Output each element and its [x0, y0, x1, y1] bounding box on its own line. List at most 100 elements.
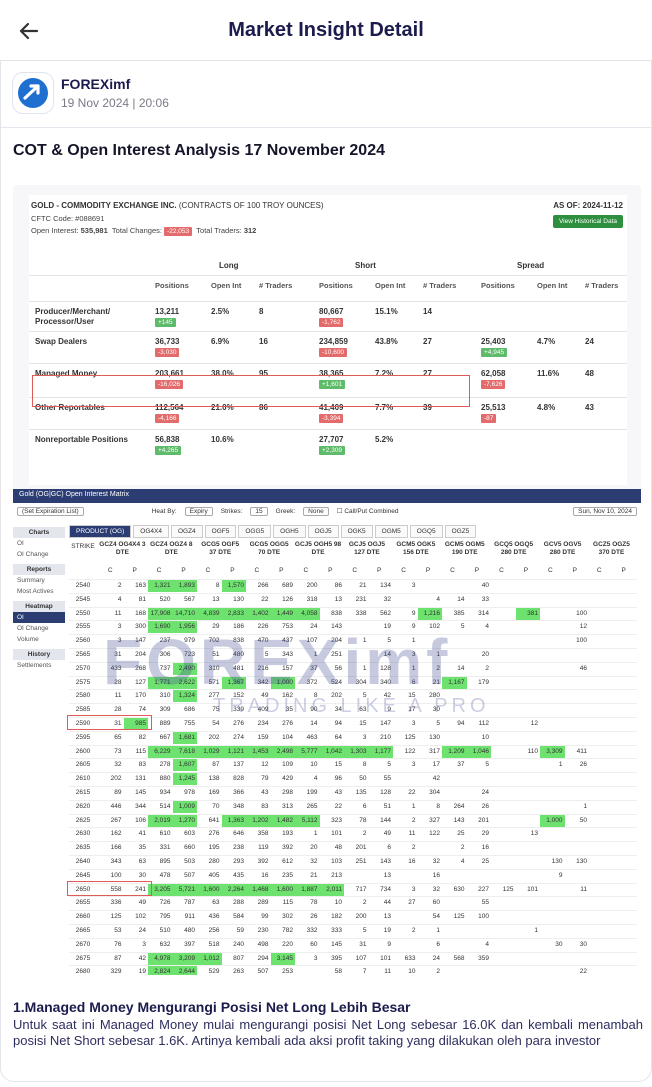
table-cell [565, 580, 590, 592]
cp-label: C [107, 567, 113, 574]
cp-label: P [376, 567, 382, 574]
change-badge: -4,166 [155, 414, 180, 423]
table-cell: 405 [208, 871, 220, 879]
divider [29, 275, 627, 276]
tab[interactable]: OGZ4 [170, 525, 203, 538]
tab[interactable]: OG4X4 [133, 525, 169, 538]
contract-header: GCV5 OGV5 280 DTE [543, 541, 582, 556]
table-cell: 112 [478, 720, 489, 727]
table-cell: 53 [114, 927, 122, 934]
table-cell: 32 [432, 858, 440, 865]
heat-by-select[interactable]: Expiry [184, 506, 213, 516]
table-cell: 911 [184, 913, 195, 921]
table-cell [442, 787, 467, 799]
watermark-tagline: TRADING LIKE A PRO [213, 695, 490, 717]
oi-tabs: PRODUCT (OG) OG4X4 OGZ4 OGF5 OGG5 OGH5 OGJ5 OGK… [69, 525, 477, 538]
expiration-select[interactable]: (Set Expiration List) [17, 506, 84, 516]
table-cell: 274 [233, 733, 244, 741]
analysis-image[interactable]: GOLD - COMMODITY EXCHANGE INC. (CONTRACT… [13, 185, 641, 975]
tab[interactable]: OGF5 [204, 525, 237, 538]
table-cell: 348 [233, 802, 244, 810]
table-cell: 520 [159, 595, 171, 603]
table-cell: 610 [159, 830, 171, 838]
strike-cell: 2615 [75, 789, 91, 796]
table-cell: 82 [138, 733, 146, 741]
table-cell: 507 [257, 968, 269, 975]
table-cell: 166 [110, 844, 122, 852]
top-bar: Market Insight Detail [0, 0, 652, 61]
tab[interactable]: PRODUCT (OG) [69, 525, 132, 538]
table-cell: 435 [233, 871, 244, 879]
table-cell: 1,482 [270, 814, 295, 827]
table-cell: 2,644 [172, 966, 197, 975]
table-cell: 314 [478, 609, 489, 617]
table-cell [540, 911, 565, 923]
table-cell: 294 [257, 954, 269, 962]
strike-cell: 2680 [75, 968, 91, 975]
table-cell [467, 635, 492, 647]
callput-checkbox[interactable]: ☐ Call/Put Combined [337, 507, 399, 515]
table-cell: 385 [453, 609, 465, 617]
table-cell: 6 [362, 802, 367, 810]
sidebar-section: Heatmap [13, 601, 65, 612]
table-cell: 498 [257, 940, 269, 948]
table-cell: 43 [585, 403, 594, 412]
table-cell: 2,019 [148, 814, 173, 827]
author-avatar[interactable] [13, 73, 53, 113]
back-button[interactable] [14, 16, 44, 46]
table-cell: 4 [460, 858, 465, 865]
table-cell: 58 [334, 968, 342, 975]
tab[interactable]: OGM5 [374, 525, 408, 538]
sidebar-item[interactable]: OI [13, 538, 65, 549]
table-cell [491, 801, 516, 813]
table-cell [516, 787, 541, 799]
sidebar-item[interactable]: Summary [13, 575, 65, 586]
table-cell: 22 [579, 968, 587, 975]
table-cell: 16 [408, 858, 416, 865]
greek-select[interactable]: None [303, 506, 329, 516]
table-cell [491, 787, 516, 799]
table-cell: 62,058 [481, 369, 506, 378]
sidebar-item[interactable]: Settlements [13, 660, 65, 671]
table-cell: 5,721 [172, 883, 197, 896]
tab[interactable]: OGG5 [238, 525, 272, 538]
table-cell: 11.6% [537, 369, 560, 378]
table-cell: 302 [282, 913, 293, 921]
table-cell: 33 [481, 595, 489, 603]
table-cell [516, 773, 541, 785]
table-cell: 298 [282, 789, 293, 796]
sidebar-item[interactable]: OI Change [13, 549, 65, 560]
table-cell: 366 [233, 789, 244, 796]
table-cell: 9 [411, 609, 416, 617]
table-cell: 660 [184, 844, 195, 852]
tab[interactable]: OGZ5 [444, 525, 477, 538]
tab[interactable]: OGK5 [340, 525, 373, 538]
table-cell: 6,229 [148, 745, 173, 758]
table-cell: 130 [429, 733, 440, 741]
sidebar-item[interactable]: OI [13, 612, 65, 623]
strikes-select[interactable]: 15 [250, 506, 268, 516]
table-cell: 73 [114, 747, 122, 755]
table-cell [565, 787, 590, 799]
author-name[interactable]: FOREXimf [61, 76, 169, 92]
sidebar-item[interactable]: OI Change [13, 623, 65, 634]
sidebar-item[interactable]: Volume [13, 634, 65, 645]
table-cell [565, 704, 590, 716]
table-row: 2550 11 168 17,908 14,710 4,839 2,833 1,402 1,44… [69, 606, 637, 620]
table-cell: 3,309 [540, 745, 565, 758]
view-historical-data-button[interactable]: View Historical Data [552, 215, 623, 228]
table-cell: 2,011 [319, 883, 344, 896]
table-cell [393, 911, 418, 923]
tab[interactable]: OGH5 [273, 525, 306, 538]
table-cell [491, 897, 516, 909]
table-cell [565, 870, 590, 882]
cot-meta: CFTC Code: #088691 Open Interest: 535,98… [31, 214, 257, 236]
table-cell: 3 [411, 582, 416, 589]
sidebar-item[interactable]: Most Actives [13, 586, 65, 597]
tab[interactable]: OGJ5 [307, 525, 339, 538]
tab[interactable]: OGQ5 [409, 525, 443, 538]
table-cell [516, 635, 541, 647]
date-select[interactable]: Sun, Nov 10, 2024 [573, 506, 637, 516]
table-cell: 78 [359, 816, 367, 824]
strike-highlight [67, 880, 152, 896]
